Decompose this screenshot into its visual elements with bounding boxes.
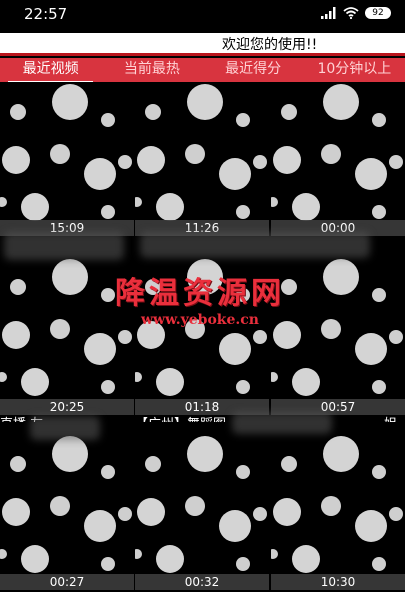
status-time: 22:57 [24,5,68,23]
video-duration: 00:27 [0,574,134,590]
privacy-blur [30,416,100,440]
tab-recent-videos[interactable]: 最近视频 [0,58,101,84]
video-thumbnail [0,257,134,402]
video-thumbnail [0,82,134,227]
video-thumbnail [271,257,405,402]
tab-recent-score[interactable]: 最近得分 [203,58,304,82]
video-duration: 10:30 [271,574,405,590]
privacy-blur [140,232,370,258]
video-card[interactable]: 00:32 [135,434,269,592]
video-duration: 00:32 [135,574,269,590]
tab-currently-hot[interactable]: 当前最热 [101,58,202,82]
status-icons: 92 [321,7,391,19]
tab-over-10-min[interactable]: 10分钟以上 [304,58,405,82]
video-thumbnail [0,434,134,579]
welcome-text: 欢迎您的使用!! [222,37,318,53]
category-tabs: 最近视频 当前最热 最近得分 10分钟以上 [0,58,405,84]
video-card[interactable]: 01:18 【广州】舞蹈图 [135,257,269,422]
video-duration: 20:25 [0,399,134,415]
video-card[interactable]: 15:09 [0,82,134,247]
video-thumbnail [135,434,269,579]
video-thumbnail [135,257,269,402]
privacy-blur [4,232,124,260]
video-thumbnail [271,82,405,227]
video-card[interactable]: 10:30 [271,434,405,592]
welcome-marquee: 欢迎您的使用!! [0,33,405,56]
video-thumbnail [135,82,269,227]
video-card[interactable]: 00:00 [271,82,405,247]
signal-icon [321,7,336,19]
wifi-icon [343,7,359,19]
status-bar: 22:57 92 [0,0,405,30]
video-card[interactable]: 00:27 [0,434,134,592]
video-card[interactable]: 11:26 [135,82,269,247]
video-card[interactable]: 00:57 姐 [271,257,405,422]
video-thumbnail [271,434,405,579]
privacy-blur [232,412,332,434]
battery-icon: 92 [365,7,391,19]
video-grid: 15:09 11:26 00:00 20:25 直播 友... 01:18 【广… [0,82,405,592]
video-card[interactable]: 20:25 直播 友... [0,257,134,422]
